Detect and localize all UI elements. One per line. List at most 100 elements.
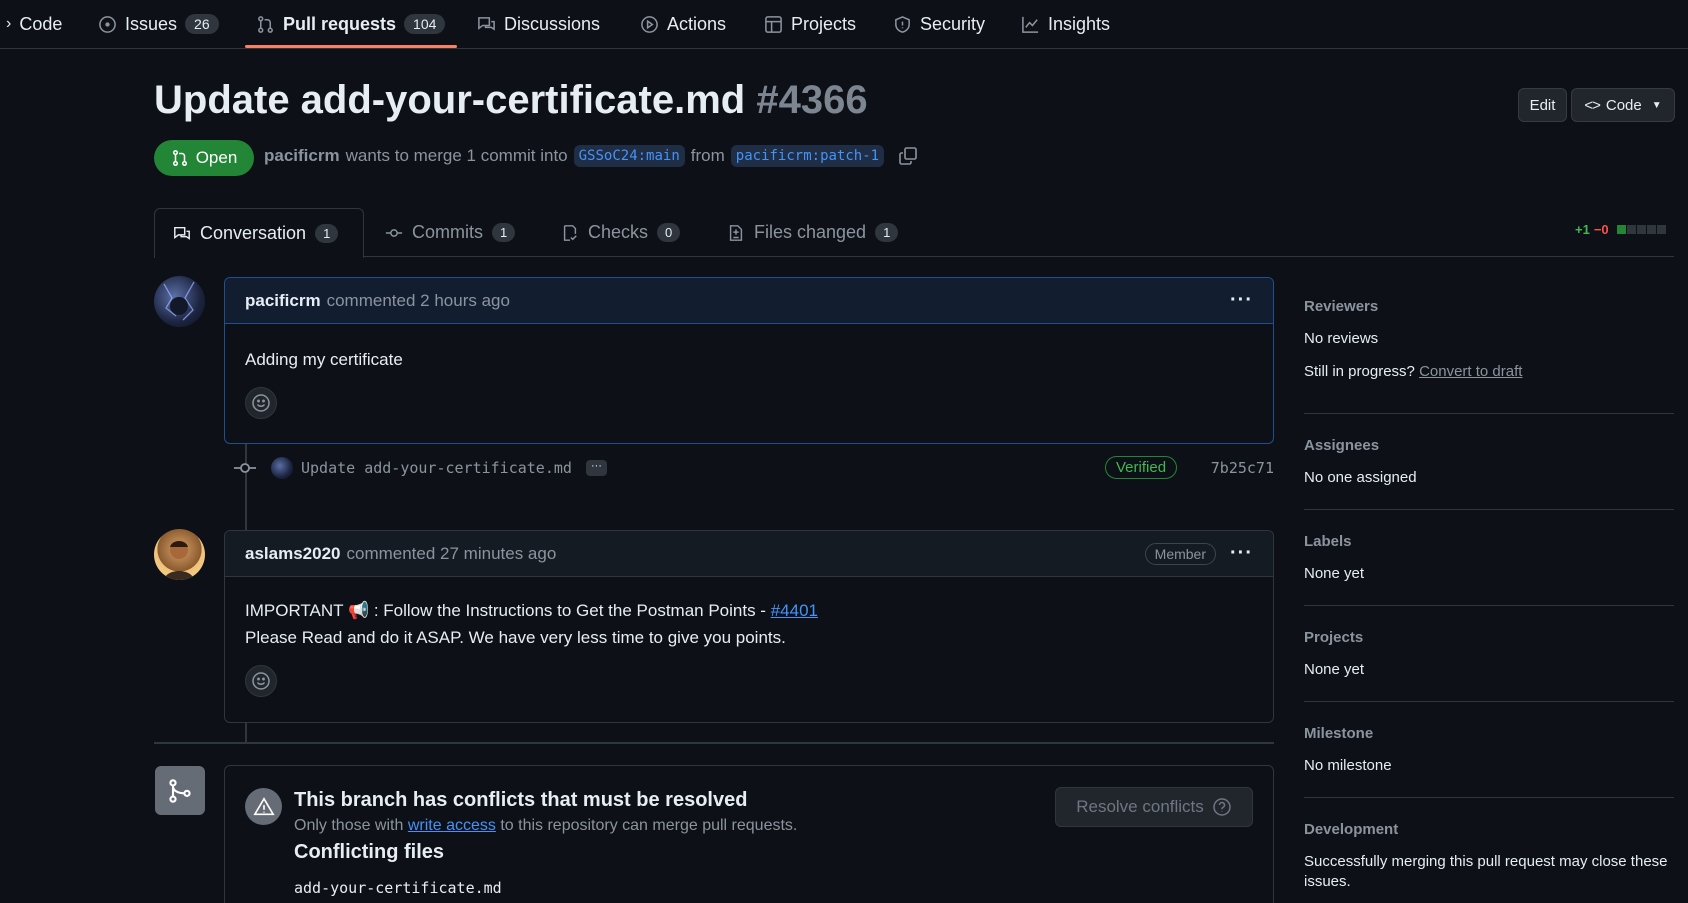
nav-pull-requests-label: Pull requests xyxy=(283,13,397,34)
verified-badge[interactable]: Verified xyxy=(1105,456,1178,479)
chevron-down-icon: ▼ xyxy=(1651,99,1662,111)
pr-number: #4366 xyxy=(756,78,868,122)
kebab-menu-icon[interactable]: ··· xyxy=(1230,289,1253,312)
diffstat[interactable]: +1 −0 xyxy=(1575,222,1666,237)
sidebar-milestone-title[interactable]: Milestone xyxy=(1304,725,1674,742)
tab-commits-count: 1 xyxy=(492,223,516,242)
merge-status-icon xyxy=(155,766,205,815)
state-label: Open xyxy=(195,148,238,167)
commit-author-avatar[interactable] xyxy=(271,457,293,479)
nav-pull-requests[interactable]: Pull requests 104 xyxy=(256,0,446,48)
write-access-link[interactable]: write access xyxy=(408,817,496,834)
kebab-menu-icon[interactable]: ··· xyxy=(1230,542,1253,565)
nav-code[interactable]: › Code xyxy=(6,0,62,48)
role-badge: Member xyxy=(1144,542,1217,565)
tab-conversation-count: 1 xyxy=(315,224,339,243)
tab-conversation[interactable]: Conversation 1 xyxy=(154,208,364,258)
smiley-icon xyxy=(252,672,270,690)
tab-commits[interactable]: Commits 1 xyxy=(385,208,516,257)
copy-icon[interactable] xyxy=(898,146,918,166)
code-icon: › xyxy=(6,15,12,32)
merge-box: This branch has conflicts that must be r… xyxy=(224,765,1274,903)
page-title: Update add-your-certificate.md #4366 xyxy=(154,78,868,123)
comment-box: pacificrm commented 2 hours ago ··· Addi… xyxy=(224,277,1274,444)
avatar-aslams2020[interactable] xyxy=(154,529,205,580)
avatar-pacificrm[interactable] xyxy=(154,276,205,327)
commit-expand-button[interactable]: ··· xyxy=(585,460,607,476)
sidebar-projects-value: None yet xyxy=(1304,661,1365,678)
comment-author[interactable]: aslams2020 xyxy=(245,544,340,564)
sidebar-divider xyxy=(1304,509,1674,510)
sidebar-labels-value: None yet xyxy=(1304,565,1365,582)
comment-text: IMPORTANT 📢 : Follow the Instructions to… xyxy=(245,601,771,620)
draft-prefix: Still in progress? xyxy=(1304,363,1415,380)
sidebar-reviewers-title[interactable]: Reviewers xyxy=(1304,298,1674,315)
nav-discussions[interactable]: Discussions xyxy=(477,0,600,48)
sidebar-development-value: Successfully merging this pull request m… xyxy=(1304,853,1668,890)
add-reaction-button[interactable] xyxy=(245,387,277,419)
sidebar-projects-title[interactable]: Projects xyxy=(1304,629,1674,646)
sidebar-milestone: Milestone No milestone xyxy=(1304,725,1674,776)
sidebar-labels-title[interactable]: Labels xyxy=(1304,533,1674,550)
commit-sha[interactable]: 7b25c71 xyxy=(1211,459,1274,477)
nav-code-label: Code xyxy=(19,13,63,34)
sidebar-labels: Labels None yet xyxy=(1304,533,1674,584)
comment-header: aslams2020 commented 27 minutes ago Memb… xyxy=(225,531,1273,577)
alert-icon xyxy=(245,788,282,825)
diffstat-block xyxy=(1636,225,1646,234)
diff-deletions: −0 xyxy=(1593,222,1609,237)
pr-author-link[interactable]: pacificrm xyxy=(264,146,340,166)
sidebar-reviewers-value: No reviews xyxy=(1304,330,1379,347)
tab-files-changed[interactable]: Files changed 1 xyxy=(727,208,899,257)
edit-button[interactable]: Edit xyxy=(1518,88,1567,122)
comment-time[interactable]: 27 minutes ago xyxy=(440,544,556,564)
conflicting-file: add-your-certificate.md xyxy=(294,879,502,897)
graph-icon xyxy=(1022,16,1039,33)
merge-divider xyxy=(154,742,1274,744)
commit-icon xyxy=(234,463,256,473)
merge-text: wants to merge 1 commit into xyxy=(345,146,568,165)
diffstat-block xyxy=(1626,225,1636,234)
comment-time[interactable]: 2 hours ago xyxy=(420,291,510,311)
avatar-art xyxy=(163,281,195,321)
issue-icon xyxy=(99,15,116,33)
commit-message[interactable]: Update add-your-certificate.md xyxy=(301,459,572,477)
tab-checks[interactable]: Checks 0 xyxy=(561,208,681,257)
sidebar-development-title[interactable]: Development xyxy=(1304,821,1674,838)
add-reaction-button[interactable] xyxy=(245,665,277,697)
base-branch[interactable]: GSSoC24:main xyxy=(573,145,685,167)
pull-request-icon xyxy=(258,15,273,33)
pr-meta: pacificrm wants to merge 1 commit into G… xyxy=(264,145,918,167)
checklist-icon xyxy=(563,224,577,241)
resolve-conflicts-label: Resolve conflicts xyxy=(1076,797,1204,816)
comment-text: Adding my certificate xyxy=(245,350,403,369)
sidebar-divider xyxy=(1304,701,1674,702)
code-dropdown-button[interactable]: <> Code ▼ xyxy=(1571,88,1675,122)
timeline-line xyxy=(245,723,247,743)
tab-checks-count: 0 xyxy=(657,223,681,242)
comment-body: IMPORTANT 📢 : Follow the Instructions to… xyxy=(225,577,1273,715)
nav-issues[interactable]: Issues 26 xyxy=(98,0,219,48)
comment-body: Adding my certificate xyxy=(225,324,1273,437)
sidebar-assignees-value: No one assigned xyxy=(1304,469,1417,486)
repo-nav: › Code Issues 26 Pull requests 104 Discu… xyxy=(0,0,1688,49)
edit-button-label: Edit xyxy=(1529,96,1556,114)
commit-event: Update add-your-certificate.md ··· Verif… xyxy=(233,456,1274,480)
nav-security[interactable]: Security xyxy=(893,0,985,48)
nav-projects[interactable]: Projects xyxy=(764,0,856,48)
nav-security-label: Security xyxy=(920,13,986,34)
code-brackets-icon: <> xyxy=(1584,96,1601,114)
sidebar-reviewers: Reviewers No reviews Still in progress? … xyxy=(1304,298,1674,382)
shield-icon xyxy=(895,15,910,33)
comment-author[interactable]: pacificrm xyxy=(245,291,321,311)
warning-triangle-icon xyxy=(252,796,275,815)
convert-to-draft-link[interactable]: Convert to draft xyxy=(1419,363,1522,380)
issue-link[interactable]: #4401 xyxy=(771,601,818,620)
tab-conversation-label: Conversation xyxy=(200,223,307,243)
nav-insights[interactable]: Insights xyxy=(1021,0,1110,48)
resolve-conflicts-button[interactable]: Resolve conflicts xyxy=(1055,787,1253,827)
sidebar-divider xyxy=(1304,797,1674,798)
sidebar-assignees-title[interactable]: Assignees xyxy=(1304,437,1674,454)
nav-actions[interactable]: Actions xyxy=(640,0,726,48)
head-branch[interactable]: pacificrm:patch-1 xyxy=(730,145,885,167)
